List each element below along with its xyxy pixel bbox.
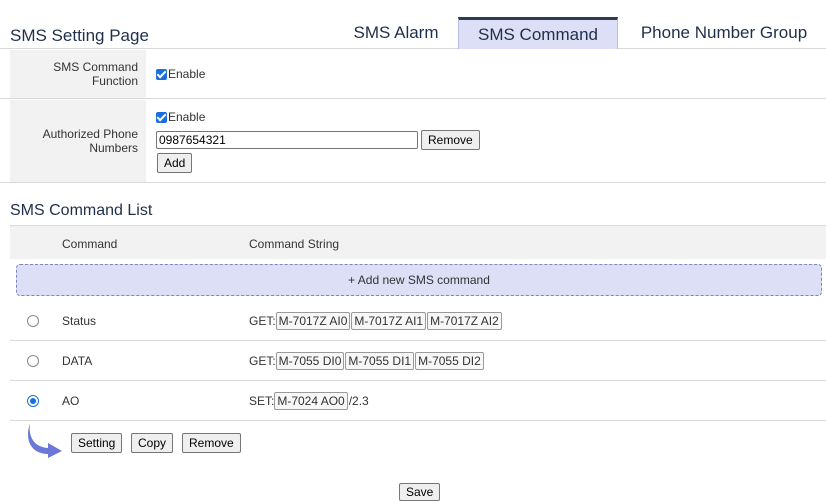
authorized-phone-enable-checkbox[interactable]: Enable bbox=[156, 110, 205, 124]
command-prefix: GET: bbox=[249, 314, 276, 328]
authorized-phone-label: Authorized Phone Numbers bbox=[10, 100, 146, 182]
command-radio-data[interactable] bbox=[27, 355, 39, 367]
command-channel-chip: M-7017Z AI0 bbox=[275, 312, 351, 330]
page-header: SMS Setting Page SMS Alarm SMS Command P… bbox=[0, 0, 826, 49]
command-channel-chip: M-7017Z AI2 bbox=[427, 312, 502, 330]
add-new-sms-command-button[interactable]: + Add new SMS command bbox=[16, 264, 822, 296]
command-channel-chip: M-7055 DI0 bbox=[275, 352, 345, 370]
command-channel-chip: M-7055 DI2 bbox=[415, 352, 484, 370]
remove-phone-button[interactable]: Remove bbox=[421, 130, 480, 150]
command-row-ao[interactable]: AO SET: M-7024 AO0 /2.3 bbox=[10, 381, 826, 421]
command-prefix: SET: bbox=[249, 394, 275, 408]
remove-command-button[interactable]: Remove bbox=[182, 433, 241, 453]
command-prefix: GET: bbox=[249, 354, 276, 368]
command-name: DATA bbox=[62, 354, 93, 368]
command-channel-chip: M-7055 DI1 bbox=[345, 352, 415, 370]
save-button[interactable]: Save bbox=[399, 483, 441, 501]
authorized-phone-row: Authorized Phone Numbers Enable 09876543… bbox=[0, 100, 826, 183]
command-string: GET: M-7017Z AI0 M-7017Z AI1 M-7017Z AI2 bbox=[249, 311, 503, 331]
sms-command-enable-checkbox[interactable]: Enable bbox=[156, 67, 205, 81]
add-phone-button[interactable]: Add bbox=[157, 153, 193, 173]
command-radio-status[interactable] bbox=[27, 315, 39, 327]
command-name: AO bbox=[62, 394, 80, 408]
sms-command-enable-label: Enable bbox=[168, 67, 206, 81]
command-list-header: Command Command String bbox=[10, 225, 826, 259]
sms-command-function-label: SMS Command Function bbox=[10, 50, 146, 98]
sms-command-function-row: SMS Command Function Enable bbox=[0, 50, 826, 99]
column-command-string: Command String bbox=[249, 237, 340, 251]
checkbox-checked-icon bbox=[156, 68, 167, 80]
command-row-data[interactable]: DATA GET: M-7055 DI0 M-7055 DI1 M-7055 D… bbox=[10, 341, 826, 381]
copy-button[interactable]: Copy bbox=[131, 433, 174, 453]
checkbox-checked-icon bbox=[156, 111, 167, 123]
command-name: Status bbox=[62, 314, 97, 328]
curved-arrow-icon bbox=[28, 423, 62, 458]
tab-phone-number-group[interactable]: Phone Number Group bbox=[622, 17, 826, 49]
page-title: SMS Setting Page bbox=[10, 26, 149, 45]
tab-sms-command[interactable]: SMS Command bbox=[458, 17, 618, 49]
command-list-title: SMS Command List bbox=[10, 202, 153, 219]
phone-number-input[interactable]: 0987654321 bbox=[156, 131, 418, 149]
tab-sms-alarm[interactable]: SMS Alarm bbox=[338, 17, 454, 49]
command-suffix: /2.3 bbox=[348, 394, 369, 408]
command-radio-ao[interactable] bbox=[27, 395, 39, 407]
column-command: Command bbox=[62, 237, 118, 251]
command-channel-chip: M-7024 AO0 bbox=[274, 392, 348, 410]
authorized-phone-enable-label: Enable bbox=[168, 110, 206, 124]
command-channel-chip: M-7017Z AI1 bbox=[351, 312, 427, 330]
command-row-status[interactable]: Status GET: M-7017Z AI0 M-7017Z AI1 M-70… bbox=[10, 301, 826, 341]
setting-button[interactable]: Setting bbox=[71, 433, 123, 453]
command-string: SET: M-7024 AO0 /2.3 bbox=[249, 391, 369, 411]
command-string: GET: M-7055 DI0 M-7055 DI1 M-7055 DI2 bbox=[249, 351, 485, 371]
